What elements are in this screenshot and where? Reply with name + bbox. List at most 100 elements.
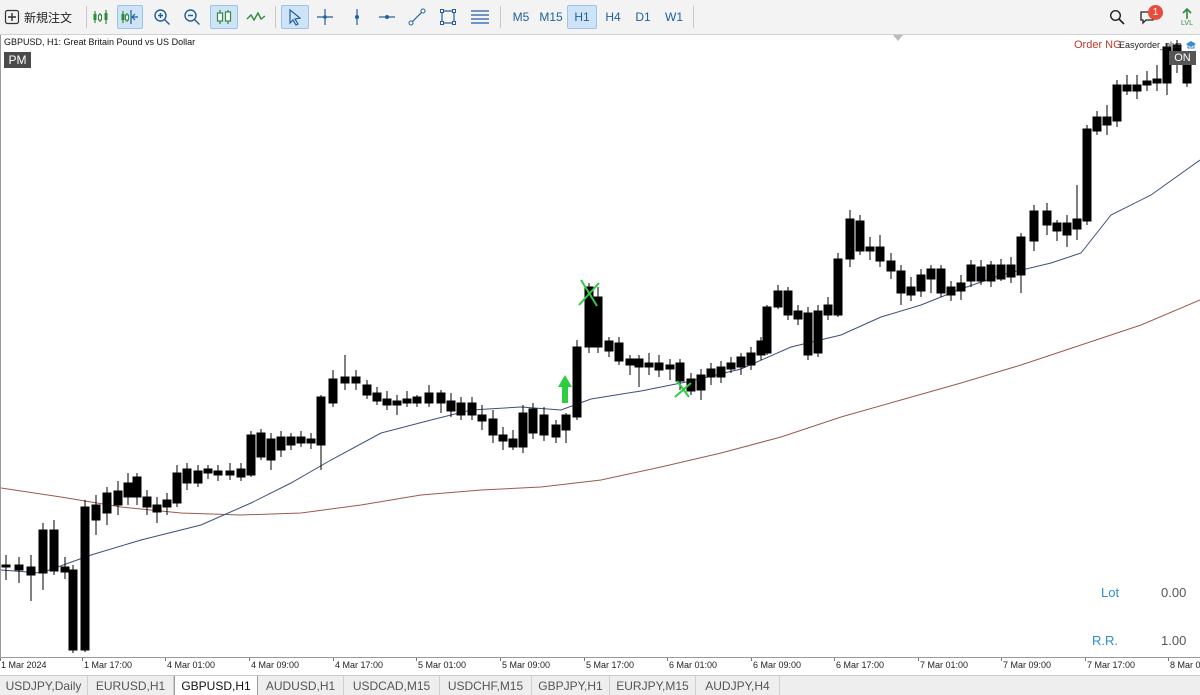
- price-chart[interactable]: GBPUSD, H1: Great Britain Pound vs US Do…: [0, 35, 1200, 657]
- candle: [976, 260, 986, 285]
- candle: [213, 465, 223, 481]
- candle: [498, 427, 508, 450]
- buy-arrow-shape: [558, 375, 572, 403]
- tab-eurusd-h1[interactable]: EURUSD,H1: [88, 676, 174, 695]
- candle: [1142, 71, 1152, 91]
- candle: [203, 465, 213, 479]
- candle: [634, 355, 644, 387]
- time-tick: [1001, 658, 1002, 661]
- candle-body: [1, 564, 11, 568]
- vertical-line-tool-button[interactable]: [346, 5, 368, 29]
- trendline-tool-button[interactable]: [405, 5, 429, 29]
- candle-body: [1072, 218, 1082, 230]
- tab-usdjpy-daily[interactable]: USDJPY,Daily: [0, 676, 88, 695]
- candle-body: [528, 408, 538, 434]
- candle-body: [508, 438, 518, 448]
- time-tick: [667, 658, 668, 661]
- candle-body: [1082, 128, 1092, 222]
- horizontal-line-icon: [379, 15, 395, 19]
- tab-eurjpy-m15[interactable]: EURJPY,M15: [610, 676, 696, 695]
- candle: [916, 269, 926, 297]
- new-order-label: 新規注文: [24, 10, 73, 25]
- candlestick-plot: [1, 35, 1200, 653]
- search-button[interactable]: [1106, 5, 1128, 29]
- candle-body: [551, 424, 561, 438]
- candle-body: [865, 246, 875, 252]
- candle-body: [60, 566, 70, 573]
- tab-audjpy-h4[interactable]: AUDJPY,H4: [696, 676, 780, 695]
- candle-body: [162, 499, 172, 508]
- tab-gbpjpy-h1[interactable]: GBPJPY,H1: [532, 676, 610, 695]
- candle-body: [1152, 78, 1162, 84]
- candlestick-icon: [216, 10, 232, 24]
- horizontal-line-tool-button[interactable]: [375, 5, 399, 29]
- candle: [340, 355, 350, 390]
- candle: [456, 397, 466, 420]
- candle-body: [182, 468, 192, 484]
- timeframe-h4-button[interactable]: H4: [598, 5, 628, 29]
- candle-body: [1016, 236, 1026, 276]
- line-chart-button[interactable]: [243, 5, 269, 29]
- candle-body: [956, 282, 966, 292]
- candle: [875, 235, 885, 267]
- level-button[interactable]: LVL: [1176, 5, 1198, 29]
- candlestick-chart-button[interactable]: [210, 5, 238, 29]
- timeframe-m15-button[interactable]: M15: [536, 5, 566, 29]
- candle-body: [518, 412, 528, 448]
- lot-label: Lot: [1101, 585, 1120, 600]
- toolbar-separator: [275, 6, 276, 28]
- candle-body: [855, 220, 865, 252]
- tab-usdchf-m15[interactable]: USDCHF,M15: [440, 676, 532, 695]
- buy-arrow-icon: [558, 375, 572, 403]
- time-tick: [82, 658, 83, 661]
- candle: [946, 281, 956, 301]
- crosshair-tool-button[interactable]: [313, 5, 337, 29]
- candle-body: [1006, 264, 1016, 278]
- candle-body: [123, 482, 133, 498]
- candle-body: [746, 352, 756, 366]
- candle: [446, 393, 456, 417]
- timeframe-d1-button[interactable]: D1: [628, 5, 658, 29]
- tab-audusd-h1[interactable]: AUDUSD,H1: [258, 676, 344, 695]
- time-tick: [918, 658, 919, 661]
- time-tick: [834, 658, 835, 661]
- candle: [286, 433, 296, 450]
- candle-body: [80, 506, 90, 651]
- candle-body: [152, 504, 162, 513]
- candle-body: [193, 470, 203, 484]
- toolbar-separator: [86, 6, 87, 28]
- time-label: 6 Mar 17:00: [836, 660, 885, 670]
- timeframe-w1-button[interactable]: W1: [659, 5, 689, 29]
- timeframe-h1-button[interactable]: H1: [567, 5, 597, 29]
- candle-body: [172, 472, 182, 504]
- zoom-in-icon: [154, 9, 170, 25]
- zoom-out-button[interactable]: [180, 5, 204, 29]
- level-label: LVL: [1181, 19, 1193, 27]
- candle-body: [236, 468, 246, 478]
- cursor-tool-button[interactable]: [281, 5, 309, 29]
- auto-scroll-button[interactable]: [117, 5, 143, 29]
- candle-body: [467, 402, 477, 416]
- tab-gbpusd-h1[interactable]: GBPUSD,H1: [174, 676, 258, 695]
- tab-usdcad-m15[interactable]: USDCAD,M15: [344, 676, 440, 695]
- candle-body: [1102, 116, 1112, 126]
- candle: [152, 497, 162, 523]
- candle-body: [572, 346, 582, 418]
- timeframe-m5-button[interactable]: M5: [506, 5, 536, 29]
- candle: [956, 275, 966, 300]
- candle: [412, 395, 422, 407]
- new-order-button[interactable]: 新規注文: [4, 5, 84, 29]
- candle-body: [26, 566, 36, 576]
- candle-body: [412, 396, 422, 404]
- ea-on-badge[interactable]: ON: [1169, 51, 1196, 65]
- chart-shift-button[interactable]: [89, 5, 113, 29]
- candle-body: [845, 218, 855, 260]
- fibonacci-tool-button[interactable]: [467, 5, 493, 29]
- rectangle-tool-button[interactable]: [436, 5, 460, 29]
- order-status-label: Order NG: [1074, 39, 1122, 51]
- zoom-in-button[interactable]: [150, 5, 174, 29]
- candle-body: [696, 374, 706, 391]
- candle: [518, 405, 528, 453]
- time-label: 1 Mar 2024: [1, 660, 47, 670]
- candle: [49, 520, 59, 575]
